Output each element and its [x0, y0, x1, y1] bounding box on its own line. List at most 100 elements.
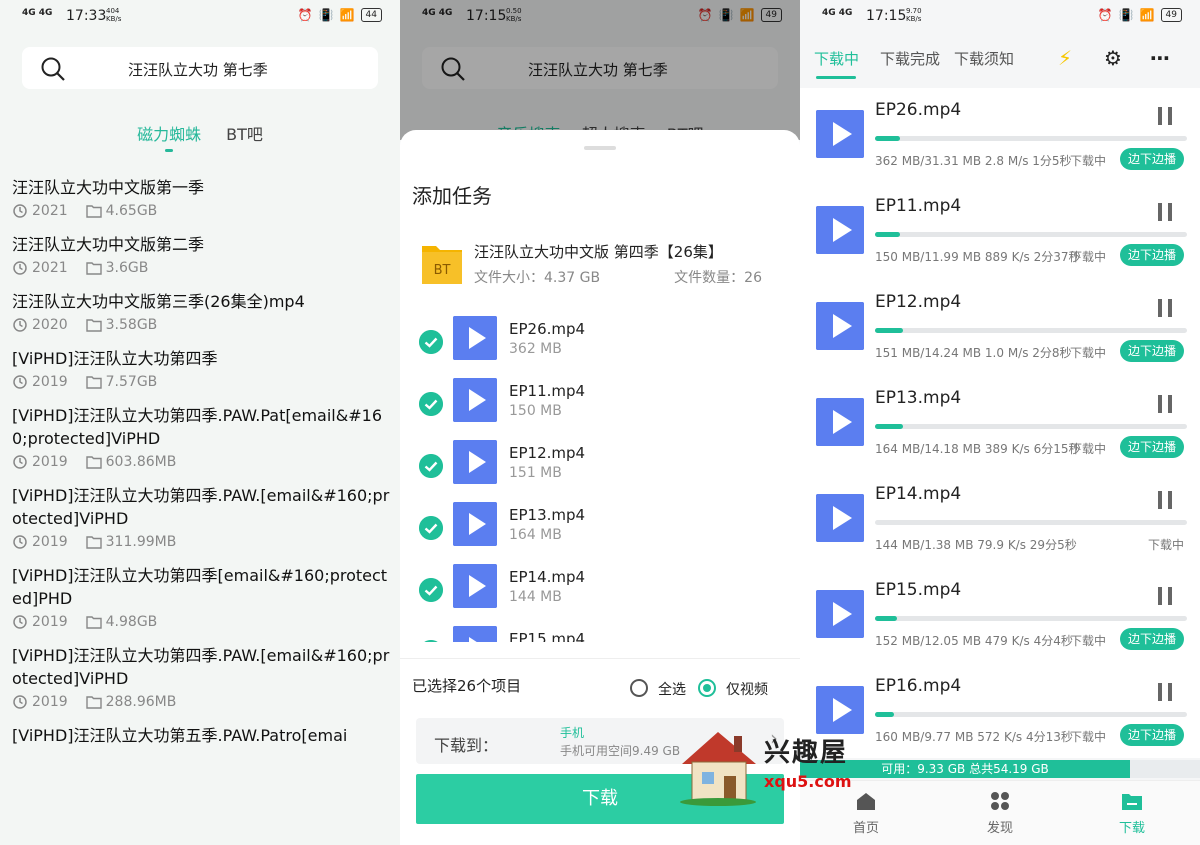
file-size: 164 MB: [509, 527, 562, 543]
select-all-label[interactable]: 全选: [658, 679, 686, 699]
result-year: 2019: [32, 534, 68, 550]
result-item[interactable]: 汪汪队立大功中文版第一季 2021 4.65GB: [12, 176, 390, 219]
download-item[interactable]: EP16.mp4 160 MB/9.77 MB 572 K/s 4分13秒 下载…: [800, 664, 1200, 758]
checkmark-icon[interactable]: [419, 578, 443, 602]
file-item[interactable]: EP13.mp4 164 MB: [400, 502, 800, 564]
download-item[interactable]: EP15.mp4 152 MB/12.05 MB 479 K/s 4分4秒 下载…: [800, 568, 1200, 664]
file-item[interactable]: EP11.mp4 150 MB: [400, 378, 800, 440]
result-item[interactable]: 汪汪队立大功中文版第二季 2021 3.6GB: [12, 233, 390, 276]
pause-icon[interactable]: [1157, 106, 1173, 126]
download-item[interactable]: EP13.mp4 164 MB/14.18 MB 389 K/s 6分15秒 下…: [800, 376, 1200, 472]
download-item[interactable]: EP26.mp4 362 MB/31.31 MB 2.8 M/s 1分5秒 下载…: [800, 88, 1200, 184]
file-item[interactable]: EP14.mp4 144 MB: [400, 564, 800, 626]
download-progress: [875, 328, 1187, 333]
download-state: 下载中: [1070, 346, 1107, 360]
download-info: 151 MB/14.24 MB 1.0 M/s 2分8秒: [875, 346, 1072, 360]
result-item[interactable]: [ViPHD]汪汪队立大功第四季.PAW.[email&#160;protect…: [12, 644, 390, 710]
play-while-download-button[interactable]: 边下边播: [1120, 724, 1185, 746]
play-while-download-button[interactable]: 边下边播: [1120, 148, 1185, 170]
result-size: 3.6GB: [105, 260, 149, 276]
tab-bt8[interactable]: BT吧: [226, 125, 263, 144]
checkmark-icon[interactable]: [419, 454, 443, 478]
bt-folder-icon: BT: [422, 246, 462, 284]
file-name: EP26.mp4: [509, 320, 586, 338]
file-item[interactable]: EP26.mp4 362 MB: [400, 316, 800, 378]
play-while-download-button[interactable]: 边下边播: [1120, 244, 1185, 266]
checkmark-icon[interactable]: [419, 330, 443, 354]
result-year: 2019: [32, 694, 68, 710]
download-name: EP16.mp4: [875, 676, 962, 696]
checkmark-icon[interactable]: [419, 516, 443, 540]
download-info: 160 MB/9.77 MB 572 K/s 4分13秒: [875, 730, 1073, 744]
file-name: EP11.mp4: [509, 382, 586, 400]
video-only-label[interactable]: 仅视频: [726, 679, 768, 699]
pause-icon[interactable]: [1157, 394, 1173, 414]
nav-download[interactable]: 下载: [1082, 791, 1182, 836]
pause-icon[interactable]: [1157, 490, 1173, 510]
tab-magnet-spider[interactable]: 磁力蜘蛛: [137, 125, 201, 144]
result-item[interactable]: [ViPHD]汪汪队立大功第四季.PAW.Pat[email&#160;prot…: [12, 404, 390, 470]
download-progress: [875, 520, 1187, 525]
progress-fill: [875, 616, 897, 621]
download-item[interactable]: EP11.mp4 150 MB/11.99 MB 889 K/s 2分37秒 下…: [800, 184, 1200, 280]
result-item[interactable]: [ViPHD]汪汪队立大功第四季 2019 7.57GB: [12, 347, 390, 390]
folder-icon: [85, 696, 102, 709]
checkmark-icon[interactable]: [419, 392, 443, 416]
progress-fill: [875, 712, 894, 717]
tab-downloading[interactable]: 下载中: [814, 48, 859, 69]
signal-indicator: 4G 4G: [22, 8, 53, 18]
download-progress: [875, 136, 1187, 141]
pause-icon[interactable]: [1157, 682, 1173, 702]
play-while-download-button[interactable]: 边下边播: [1120, 436, 1185, 458]
result-title: 汪汪队立大功中文版第二季: [12, 235, 205, 254]
destination-label: 下载到：: [434, 736, 499, 755]
signal-indicator: 4G 4G: [822, 8, 853, 18]
tab-completed[interactable]: 下载完成: [880, 48, 940, 69]
more-icon[interactable]: ⋯: [1150, 46, 1170, 70]
destination-space: 手机可用空间9.49 GB: [560, 744, 681, 758]
gear-icon[interactable]: ⚙: [1104, 46, 1122, 70]
result-item[interactable]: [ViPHD]汪汪队立大功第五季.PAW.Patro[emai: [12, 724, 390, 747]
download-item[interactable]: EP12.mp4 151 MB/14.24 MB 1.0 M/s 2分8秒 下载…: [800, 280, 1200, 376]
pause-icon[interactable]: [1157, 298, 1173, 318]
destination-name: 手机: [560, 726, 585, 740]
nav-discover[interactable]: 发现: [950, 791, 1050, 836]
result-list: 汪汪队立大功中文版第一季 2021 4.65GB 汪汪队立大功中文版第二季 20…: [12, 176, 390, 761]
result-item[interactable]: 汪汪队立大功中文版第三季(26集全)mp4 2020 3.58GB: [12, 290, 390, 333]
home-icon: [857, 793, 875, 810]
select-all-radio[interactable]: [630, 679, 648, 697]
wifi-icon: 📶: [339, 8, 355, 22]
active-tab-indicator: [816, 76, 856, 79]
result-year: 2019: [32, 614, 68, 630]
video-only-radio[interactable]: [698, 679, 716, 697]
video-icon: [816, 110, 864, 158]
download-item[interactable]: EP14.mp4 144 MB/1.38 MB 79.9 K/s 29分5秒 下…: [800, 472, 1200, 568]
result-item[interactable]: [ViPHD]汪汪队立大功第四季[email&#160;protected]PH…: [12, 564, 390, 630]
search-query: 汪汪队立大功 第七季: [128, 61, 268, 79]
history-icon: [13, 204, 27, 218]
result-year: 2019: [32, 374, 68, 390]
video-icon: [453, 564, 497, 608]
result-meta: 2019 603.86MB: [12, 454, 390, 470]
history-icon: [13, 455, 27, 469]
folder-count: 文件数量：26: [674, 270, 762, 286]
tab-notice[interactable]: 下载须知: [954, 48, 1014, 69]
play-while-download-button[interactable]: 边下边播: [1120, 628, 1185, 650]
result-item[interactable]: [ViPHD]汪汪队立大功第四季.PAW.[email&#160;protect…: [12, 484, 390, 550]
pause-icon[interactable]: [1157, 202, 1173, 222]
search-input[interactable]: 汪汪队立大功 第七季: [22, 47, 378, 89]
wifi-icon: 📶: [1139, 8, 1155, 22]
lightning-icon[interactable]: ⚡: [1058, 46, 1072, 70]
pause-icon[interactable]: [1157, 586, 1173, 606]
play-while-download-button[interactable]: 边下边播: [1120, 340, 1185, 362]
file-item[interactable]: EP15.mp4: [400, 626, 800, 642]
search-icon[interactable]: [40, 56, 66, 82]
file-item[interactable]: EP12.mp4 151 MB: [400, 440, 800, 502]
progress-fill: [875, 328, 904, 333]
checkmark-icon[interactable]: [419, 640, 443, 642]
result-title: [ViPHD]汪汪队立大功第五季.PAW.Patro[emai: [12, 726, 348, 745]
modal-overlay[interactable]: [400, 0, 800, 140]
house-logo-icon: [680, 732, 756, 806]
drag-handle[interactable]: [584, 146, 616, 150]
status-time: 17:15: [866, 8, 907, 24]
